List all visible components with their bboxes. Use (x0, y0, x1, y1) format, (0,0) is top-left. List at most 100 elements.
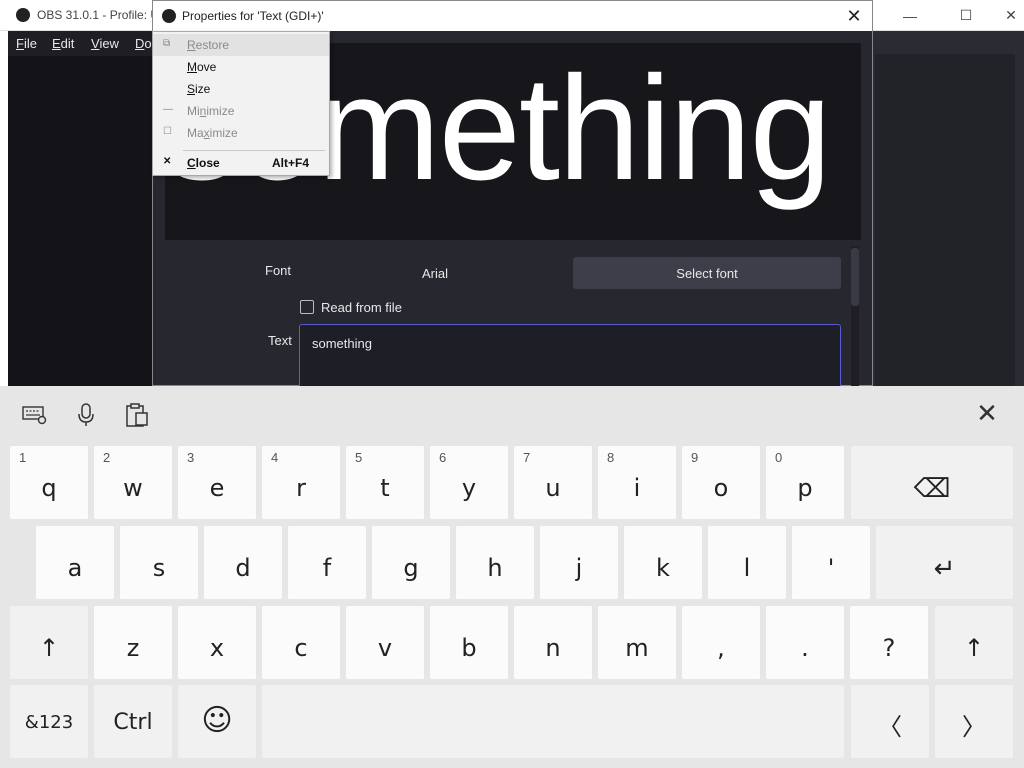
key-p[interactable]: p0 (766, 446, 844, 519)
scrollbar-thumb[interactable] (851, 248, 859, 306)
text-input-value: something (312, 336, 372, 351)
close-icon: ✕ (846, 5, 862, 26)
key-period[interactable]: . (766, 606, 844, 679)
ctrl-key[interactable]: Ctrl (94, 685, 172, 758)
key-x[interactable]: x (178, 606, 256, 679)
close-shortcut: Alt+F4 (271, 156, 309, 170)
read-from-file-checkbox[interactable] (300, 300, 314, 314)
key-apostrophe[interactable]: ' (792, 526, 870, 599)
key-b[interactable]: b (430, 606, 508, 679)
key-u[interactable]: u7 (514, 446, 592, 519)
text-label: Text (268, 333, 292, 348)
restore-mnemonic: R (187, 38, 196, 52)
key-k[interactable]: k (624, 526, 702, 599)
key-q[interactable]: q1 (10, 446, 88, 519)
key-g-label: g (403, 554, 419, 582)
key-m[interactable]: m (598, 606, 676, 679)
key-l[interactable]: l (708, 526, 786, 599)
symbols-key[interactable]: &123 (10, 685, 88, 758)
key-d-label: d (235, 554, 251, 582)
emoji-key[interactable]: ☺ (178, 685, 256, 758)
enter-key[interactable]: ↵ (876, 526, 1013, 599)
key-h[interactable]: h (456, 526, 534, 599)
space-key[interactable] (262, 685, 844, 758)
minimize-icon: — (903, 7, 917, 24)
arrow-right-key[interactable]: 〉 (935, 685, 1013, 758)
key-z[interactable]: z (94, 606, 172, 679)
key-c-label: c (294, 634, 308, 662)
menu-file[interactable]: File (16, 36, 37, 51)
restore-label: estore (195, 38, 230, 52)
key-comma[interactable]: , (682, 606, 760, 679)
close-mnemonic: C (187, 156, 196, 170)
minimize-button[interactable]: — (887, 0, 933, 31)
key-j[interactable]: j (540, 526, 618, 599)
menu-edit[interactable]: Edit (52, 36, 74, 51)
read-from-file-label[interactable]: Read from file (321, 300, 402, 315)
key-y-label: y (461, 474, 477, 502)
dictation-button[interactable] (73, 402, 99, 428)
key-f[interactable]: f (288, 526, 366, 599)
key-j-label: j (575, 554, 583, 582)
minimize-icon: — (163, 104, 173, 115)
key-a[interactable]: a (36, 526, 114, 599)
obs-right-dock (875, 54, 1015, 386)
select-font-button[interactable]: Select font (573, 257, 841, 289)
key-h-label: h (487, 554, 503, 582)
key-q-label: q (41, 474, 57, 502)
key-z-label: z (126, 634, 140, 662)
text-input[interactable]: something (299, 324, 841, 394)
maximize-button[interactable]: ☐ (943, 0, 989, 31)
size-mnemonic: S (187, 82, 196, 96)
properties-title: Properties for 'Text (GDI+)' (182, 9, 324, 23)
key-g[interactable]: g (372, 526, 450, 599)
arrow-left-key[interactable]: 〈 (851, 685, 929, 758)
close-icon: ✕ (976, 397, 998, 428)
key-n[interactable]: n (514, 606, 592, 679)
key-v[interactable]: v (346, 606, 424, 679)
minimize-label-end: imize (206, 104, 235, 118)
backspace-key-label: ⌫ (913, 474, 951, 504)
menu-item-maximize[interactable]: ☐ Maximize (153, 122, 329, 144)
shift-right-key[interactable]: ↑ (935, 606, 1013, 679)
key-s[interactable]: s (120, 526, 198, 599)
key-w-label: w (123, 474, 143, 502)
menu-item-close[interactable]: ✕ Close Alt+F4 (153, 152, 329, 174)
menu-view[interactable]: View (91, 36, 119, 51)
key-c[interactable]: c (262, 606, 340, 679)
close-label: lose (195, 156, 220, 170)
shift-left-key[interactable]: ↑ (10, 606, 88, 679)
minimize-label-start: Mi (187, 104, 200, 118)
key-e-label: e (209, 474, 225, 502)
key-e-number: 3 (187, 450, 195, 465)
key-question[interactable]: ? (850, 606, 928, 679)
backspace-key[interactable]: ⌫ (851, 446, 1013, 519)
close-button[interactable]: ✕ (988, 0, 1024, 31)
key-y-number: 6 (439, 450, 447, 465)
key-i[interactable]: i8 (598, 446, 676, 519)
properties-titlebar[interactable]: Properties for 'Text (GDI+)' ✕ (153, 1, 872, 31)
key-w[interactable]: w2 (94, 446, 172, 519)
menu-item-size[interactable]: Size (153, 78, 329, 100)
key-d[interactable]: d (204, 526, 282, 599)
key-o[interactable]: o9 (682, 446, 760, 519)
menu-item-move[interactable]: Move (153, 56, 329, 78)
size-label: ize (195, 82, 211, 96)
menu-file-label: ile (23, 36, 37, 51)
properties-close-button[interactable]: ✕ (842, 4, 866, 28)
menu-item-restore[interactable]: ⧉ Restore (153, 34, 329, 56)
keyboard-settings-icon (22, 406, 47, 425)
key-y[interactable]: y6 (430, 446, 508, 519)
menu-item-minimize[interactable]: — Minimize (153, 100, 329, 122)
menu-docks[interactable]: Do (135, 36, 152, 51)
keyboard-settings-button[interactable] (22, 402, 48, 428)
key-r[interactable]: r4 (262, 446, 340, 519)
key-t[interactable]: t5 (346, 446, 424, 519)
properties-scrollbar[interactable] (851, 246, 859, 386)
key-p-number: 0 (775, 450, 783, 465)
clipboard-button[interactable] (124, 402, 150, 428)
key-e[interactable]: e3 (178, 446, 256, 519)
key-f-label: f (322, 554, 332, 582)
shift-left-key-label: ↑ (38, 634, 60, 662)
keyboard-close-button[interactable]: ✕ (974, 397, 1000, 428)
